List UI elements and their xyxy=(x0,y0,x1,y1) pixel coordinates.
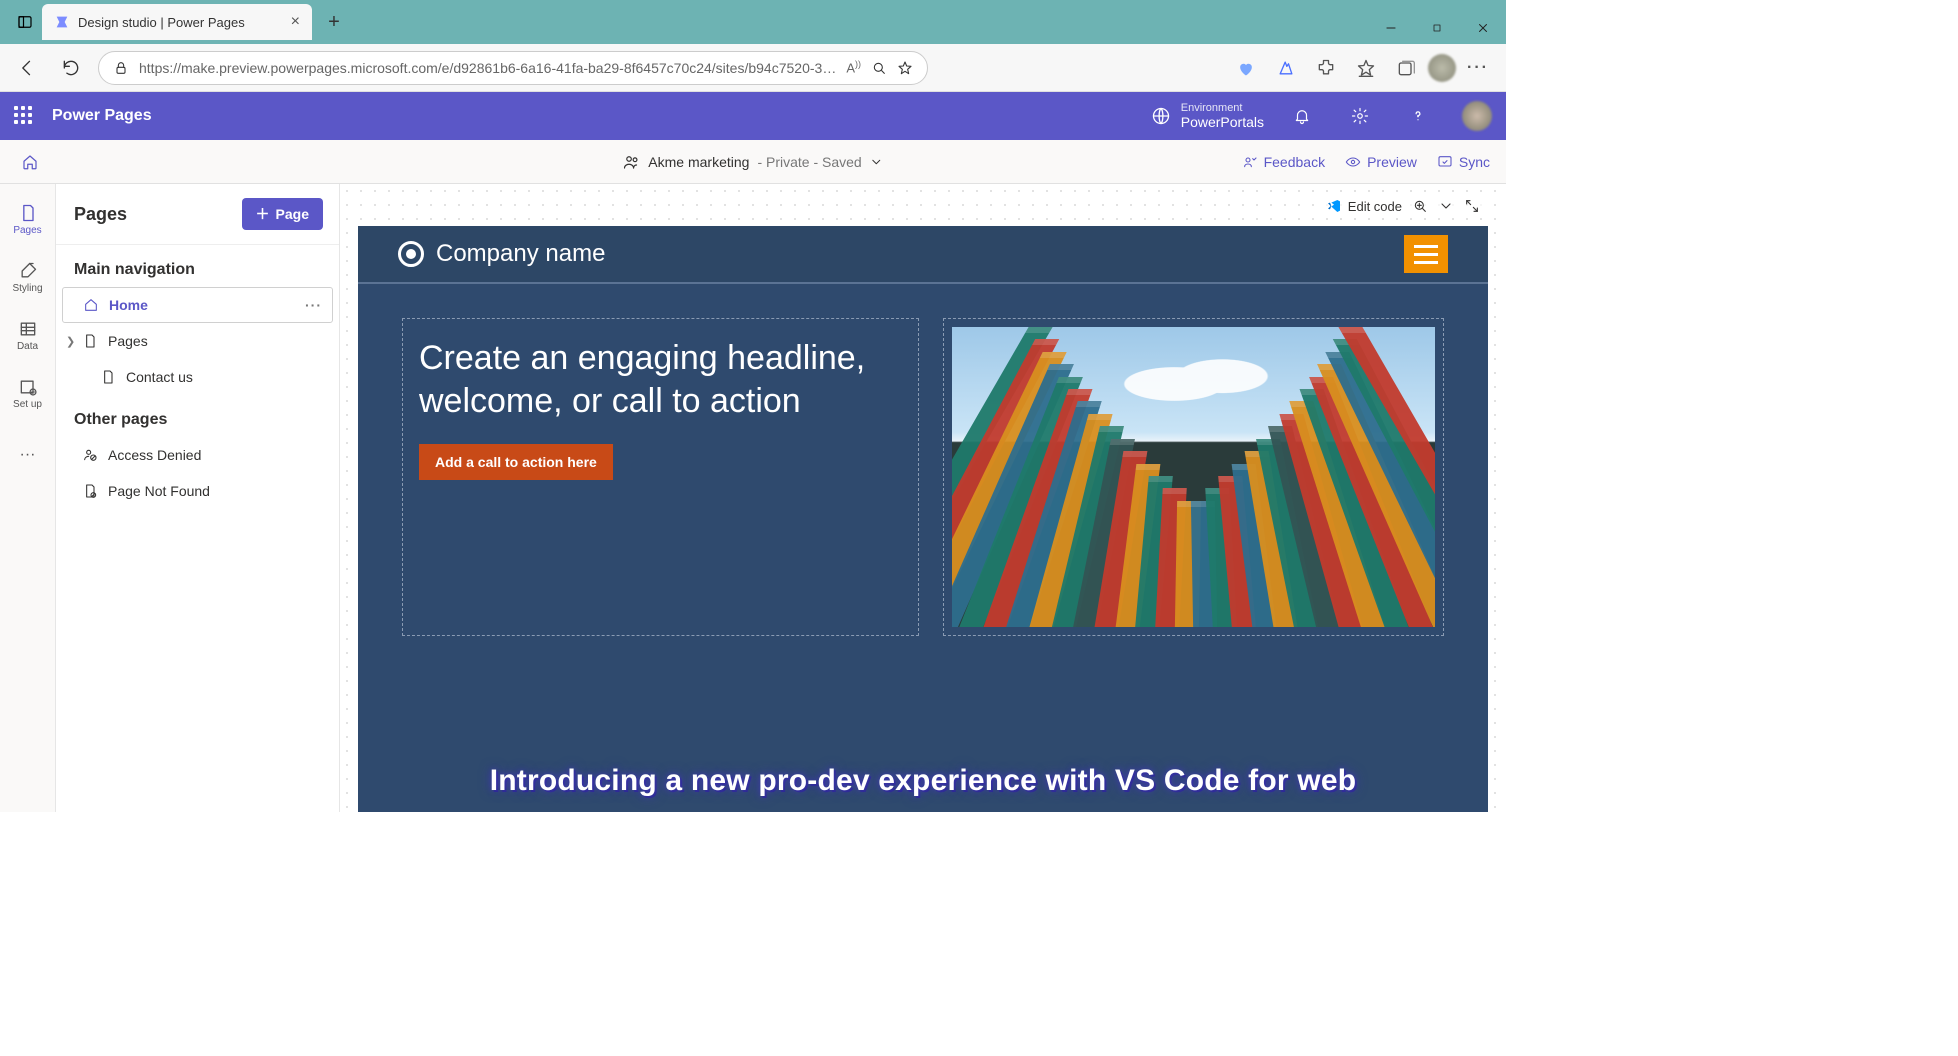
overlay-banner: Introducing a new pro-dev experience wit… xyxy=(358,752,1488,812)
home-icon[interactable] xyxy=(16,148,44,176)
main-nav-heading: Main navigation xyxy=(56,245,339,287)
browser-tab[interactable]: Design studio | Power Pages × xyxy=(42,4,312,40)
settings-icon[interactable] xyxy=(1340,96,1380,136)
page-error-icon xyxy=(82,483,98,499)
zoom-dropdown[interactable] xyxy=(1438,198,1454,214)
page-icon xyxy=(82,333,98,349)
tree-item-not-found[interactable]: Page Not Found xyxy=(62,473,333,509)
tree-item-pages[interactable]: ❯ Pages xyxy=(62,323,333,359)
globe-icon xyxy=(1151,106,1171,126)
preview-header: Company name xyxy=(358,226,1488,282)
site-status: - Private - Saved xyxy=(757,154,861,170)
rail-data[interactable]: Data xyxy=(0,308,56,362)
user-avatar[interactable] xyxy=(1462,101,1492,131)
favorites-icon[interactable] xyxy=(1348,51,1384,85)
preview-logo[interactable]: Company name xyxy=(398,240,605,268)
minimize-button[interactable] xyxy=(1368,12,1414,44)
site-preview[interactable]: Company name Create an engaging headline… xyxy=(358,226,1488,812)
home-icon xyxy=(83,297,99,313)
close-tab-icon[interactable]: × xyxy=(291,13,300,31)
rail-more[interactable]: ··· xyxy=(0,428,56,482)
page-icon xyxy=(100,369,116,385)
extension-icon[interactable] xyxy=(1268,51,1304,85)
left-rail: Pages Styling Data Set up ··· xyxy=(0,184,56,812)
browser-titlebar: Design studio | Power Pages × + xyxy=(0,0,1506,44)
app-launcher-icon[interactable] xyxy=(14,106,34,126)
browser-menu-icon[interactable]: ··· xyxy=(1460,51,1496,85)
fullscreen-button[interactable] xyxy=(1464,198,1480,214)
hero-image-block[interactable] xyxy=(943,318,1444,636)
url-field[interactable]: https://make.preview.powerpages.microsof… xyxy=(98,51,928,85)
url-text: https://make.preview.powerpages.microsof… xyxy=(139,60,836,76)
new-tab-button[interactable]: + xyxy=(318,6,350,38)
notifications-icon[interactable] xyxy=(1282,96,1322,136)
site-name: Akme marketing xyxy=(648,154,749,170)
rail-styling[interactable]: Styling xyxy=(0,250,56,304)
hero-text-block[interactable]: Create an engaging headline, welcome, or… xyxy=(402,318,919,636)
hero-headline[interactable]: Create an engaging headline, welcome, or… xyxy=(419,337,902,422)
maximize-button[interactable] xyxy=(1414,12,1460,44)
rail-setup[interactable]: Set up xyxy=(0,366,56,420)
close-window-button[interactable] xyxy=(1460,12,1506,44)
logo-icon xyxy=(398,241,424,267)
extension-icon[interactable] xyxy=(1228,51,1264,85)
app-header: Power Pages Environment PowerPortals xyxy=(0,92,1506,140)
product-name: Power Pages xyxy=(52,107,152,125)
back-button[interactable] xyxy=(10,51,44,85)
command-bar: Akme marketing - Private - Saved Feedbac… xyxy=(0,140,1506,184)
site-picker[interactable]: Akme marketing - Private - Saved xyxy=(622,153,883,171)
zoom-icon[interactable] xyxy=(871,60,887,76)
tab-actions-icon[interactable] xyxy=(8,0,42,44)
people-icon xyxy=(622,153,640,171)
tree-item-contact[interactable]: Contact us xyxy=(62,359,333,395)
favorite-icon[interactable] xyxy=(897,60,913,76)
chevron-right-icon[interactable]: ❯ xyxy=(66,335,75,348)
browser-profile-avatar[interactable] xyxy=(1428,54,1456,82)
environment-picker[interactable]: Environment PowerPortals xyxy=(1181,102,1264,130)
hamburger-menu-icon[interactable] xyxy=(1404,235,1448,273)
other-pages-heading: Other pages xyxy=(56,395,339,437)
hero-image xyxy=(952,327,1435,627)
powerpages-favicon-icon xyxy=(54,14,70,30)
denied-icon xyxy=(82,447,98,463)
browser-address-bar: https://make.preview.powerpages.microsof… xyxy=(0,44,1506,92)
refresh-button[interactable] xyxy=(54,51,88,85)
edit-code-button[interactable]: Edit code xyxy=(1326,198,1402,214)
item-more-icon[interactable]: ··· xyxy=(305,297,322,313)
sync-button[interactable]: Sync xyxy=(1437,154,1490,170)
tree-item-access-denied[interactable]: Access Denied xyxy=(62,437,333,473)
collections-icon[interactable] xyxy=(1388,51,1424,85)
hero-cta-button[interactable]: Add a call to action here xyxy=(419,444,613,480)
lock-icon xyxy=(113,60,129,76)
rail-pages[interactable]: Pages xyxy=(0,192,56,246)
window-controls xyxy=(1368,12,1506,44)
reader-mode-icon[interactable]: A)) xyxy=(846,59,861,75)
help-icon[interactable] xyxy=(1398,96,1438,136)
extensions-icon[interactable] xyxy=(1308,51,1344,85)
tree-item-home[interactable]: Home ··· xyxy=(62,287,333,323)
canvas-toolbar: Edit code xyxy=(1318,194,1488,218)
tab-title: Design studio | Power Pages xyxy=(78,15,245,30)
zoom-button[interactable] xyxy=(1412,198,1428,214)
pages-panel: Pages ＋Page Main navigation Home ··· ❯ P… xyxy=(56,184,340,812)
add-page-button[interactable]: ＋Page xyxy=(242,198,323,230)
pages-panel-title: Pages xyxy=(74,204,127,225)
chevron-down-icon xyxy=(870,155,884,169)
vscode-icon xyxy=(1326,198,1342,214)
design-canvas: Edit code Company name Create an engagin… xyxy=(340,184,1506,812)
plus-icon: ＋ xyxy=(256,204,270,224)
preview-button[interactable]: Preview xyxy=(1345,154,1417,170)
feedback-button[interactable]: Feedback xyxy=(1242,154,1325,170)
